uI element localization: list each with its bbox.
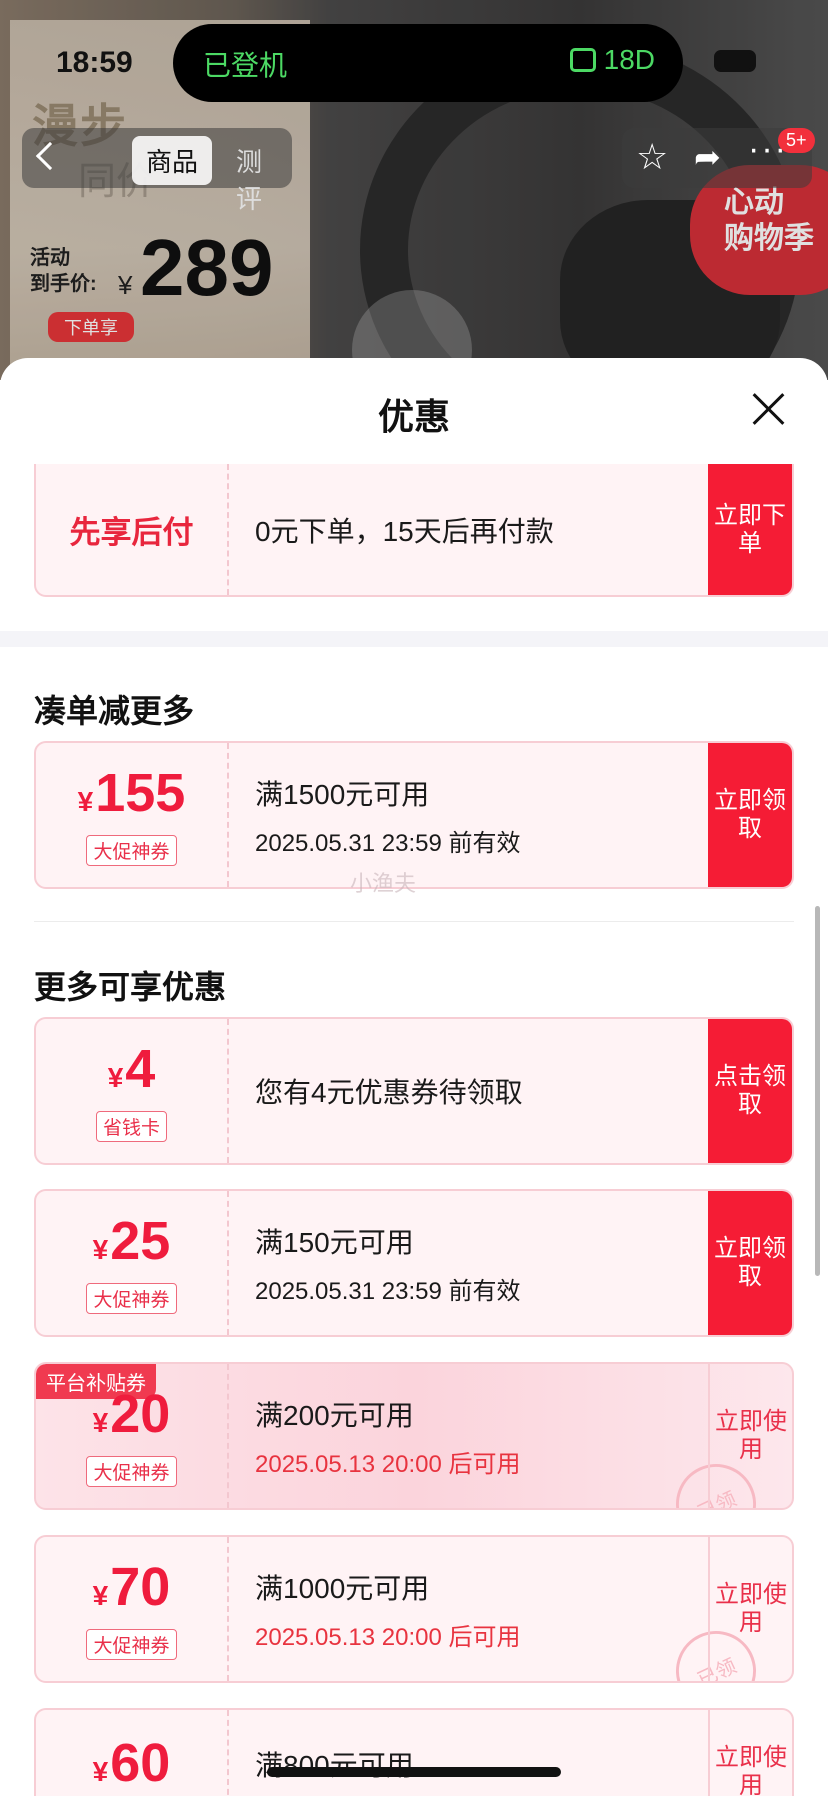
- status-time: 18:59: [56, 46, 133, 79]
- bnpl-info: 0元下单，15天后再付款: [255, 464, 554, 595]
- coupon-amount: ¥60: [93, 1734, 171, 1796]
- yen-symbol: ¥: [92, 1756, 109, 1787]
- bnpl-label: 先享后付: [69, 515, 194, 550]
- bnpl-order-button[interactable]: 立即下单: [708, 464, 792, 595]
- sheet-title: 优惠: [377, 396, 450, 437]
- yen-symbol: ¥: [92, 1407, 109, 1438]
- coupon-action-label: 立即使用: [715, 1408, 787, 1463]
- coupon-condition: 满150元可用: [255, 1226, 414, 1258]
- coupon-card: ¥4 省钱卡 您有4元优惠券待领取 点击领取: [34, 1017, 794, 1165]
- coupon-amount-number: 155: [95, 763, 186, 823]
- coupon-condition: 满1000元可用: [255, 1572, 430, 1604]
- coupon-info: 满800元可用: [255, 1710, 414, 1796]
- claim-coupon-button[interactable]: 立即领取: [708, 743, 792, 887]
- coupon-amount-number: 60: [110, 1733, 171, 1793]
- yen-symbol: ¥: [92, 1234, 109, 1265]
- coupon-value: ¥20 大促神券: [36, 1364, 229, 1508]
- home-indicator[interactable]: [267, 1767, 561, 1777]
- coupon-condition: 满200元可用: [255, 1399, 414, 1431]
- seat-number: 18D: [603, 44, 655, 75]
- boarding-status: 已登机: [203, 50, 288, 81]
- product-nav-bar: 商品 测评 ☆ ➦ ···: [0, 128, 828, 214]
- use-coupon-button[interactable]: 立即使用: [708, 1710, 792, 1796]
- coupon-amount: ¥155: [78, 764, 186, 831]
- use-coupon-button[interactable]: 立即使用: [708, 1364, 792, 1508]
- seat-info: 18D: [569, 44, 655, 76]
- yen-symbol: ¥: [92, 1580, 109, 1611]
- coupon-action-label: 立即领取: [714, 1235, 786, 1290]
- dynamic-island[interactable]: 已登机 18D: [173, 24, 683, 102]
- close-icon[interactable]: [752, 392, 786, 426]
- coupon-condition: 满1500元可用: [255, 778, 430, 810]
- message-count-badge: 5+: [778, 128, 815, 153]
- coupon-value: ¥155 大促神券: [36, 743, 229, 887]
- coupon-tag: 省钱卡: [95, 1111, 167, 1142]
- use-coupon-button[interactable]: 立即使用: [708, 1537, 792, 1681]
- coupon-amount-number: 4: [125, 1039, 156, 1099]
- coupon-amount-number: 20: [110, 1384, 171, 1444]
- coupon-amount: ¥70: [93, 1558, 171, 1625]
- coupon-info: 您有4元优惠券待领取: [255, 1019, 523, 1163]
- share-icon[interactable]: ➦: [694, 138, 721, 176]
- section-divider: [0, 631, 828, 647]
- coupon-action-label: 立即使用: [715, 1581, 787, 1636]
- coupon-action-label: 立即使用: [715, 1744, 787, 1796]
- coupon-value: ¥60: [36, 1710, 229, 1796]
- claim-coupon-button[interactable]: 立即领取: [708, 1191, 792, 1335]
- coupon-card: ¥25 大促神券 满150元可用 2025.05.31 23:59 前有效 立即…: [34, 1189, 794, 1337]
- yen-symbol: ¥: [77, 786, 94, 817]
- coupon-amount: ¥20: [93, 1385, 171, 1452]
- coupon-info: 满150元可用 2025.05.31 23:59 前有效: [255, 1191, 521, 1335]
- tab-review[interactable]: 测评: [222, 136, 292, 222]
- coupon-card: ¥60 满800元可用 立即使用: [34, 1708, 794, 1796]
- coupon-validity: 2025.05.31 23:59 前有效: [255, 1277, 521, 1305]
- coupon-validity: 2025.05.13 20:00 后可用: [255, 1450, 521, 1478]
- battery-icon: [714, 50, 756, 72]
- nav-left-group: 商品 测评: [22, 128, 292, 214]
- coupon-condition: 满800元可用: [255, 1750, 414, 1781]
- coupon-tag: 大促神券: [86, 1456, 177, 1487]
- coupon-amount: ¥4: [108, 1040, 156, 1107]
- coupon-value: ¥25 大促神券: [36, 1191, 229, 1335]
- coupon-tag: 大促神券: [86, 835, 177, 866]
- section-title-combine: 凑单减更多: [34, 693, 195, 729]
- back-arrow-icon[interactable]: [35, 141, 65, 171]
- coupon-tag: 大促神券: [86, 1629, 177, 1660]
- coupon-amount-number: 70: [110, 1557, 171, 1617]
- bnpl-left: 先享后付: [36, 464, 229, 595]
- coupon-info: 满1000元可用 2025.05.13 20:00 后可用: [255, 1537, 521, 1681]
- coupon-card: 平台补贴券 ¥20 大促神券 满200元可用 2025.05.13 20:00 …: [34, 1362, 794, 1510]
- tab-product[interactable]: 商品: [132, 136, 213, 185]
- seat-icon: [569, 48, 596, 72]
- yen-symbol: ¥: [107, 1062, 124, 1093]
- coupon-condition: 您有4元优惠券待领取: [255, 1077, 523, 1108]
- coupon-tag: 大促神券: [86, 1283, 177, 1314]
- discount-sheet: 优惠 先享后付 0元下单，15天后再付款 立即下单 凑单减更多 ¥155 大促神…: [0, 358, 828, 1796]
- coupon-amount: ¥25: [93, 1212, 171, 1279]
- bnpl-card: 先享后付 0元下单，15天后再付款 立即下单: [34, 464, 794, 597]
- coupon-card: ¥70 大促神券 满1000元可用 2025.05.13 20:00 后可用 已…: [34, 1535, 794, 1683]
- bnpl-text: 0元下单，15天后再付款: [255, 515, 554, 547]
- coupon-info: 满200元可用 2025.05.13 20:00 后可用: [255, 1364, 521, 1508]
- divider-line: [34, 921, 794, 922]
- coupon-value: ¥4 省钱卡: [36, 1019, 229, 1163]
- coupon-validity: 2025.05.13 20:00 后可用: [255, 1623, 521, 1651]
- watermark: 小渔夫: [350, 871, 417, 896]
- scrollbar[interactable]: [815, 906, 820, 1276]
- favorite-star-icon[interactable]: ☆: [636, 136, 668, 178]
- coupon-validity: 2025.05.31 23:59 前有效: [255, 829, 521, 857]
- coupon-action-label: 立即领取: [714, 787, 786, 842]
- coupon-action-label: 点击领取: [714, 1063, 786, 1118]
- status-bar: 18:59 已登机 18D: [0, 0, 828, 102]
- section-title-more: 更多可享优惠: [34, 969, 227, 1005]
- bnpl-action-label: 立即下单: [714, 501, 786, 557]
- coupon-value: ¥70 大促神券: [36, 1537, 229, 1681]
- coupon-amount-number: 25: [110, 1211, 171, 1271]
- claim-coupon-button[interactable]: 点击领取: [708, 1019, 792, 1163]
